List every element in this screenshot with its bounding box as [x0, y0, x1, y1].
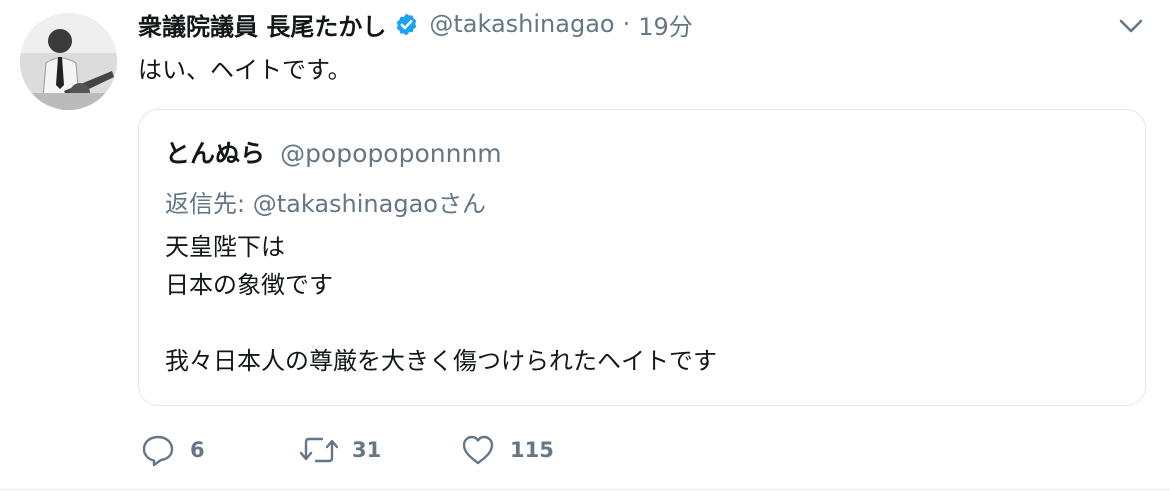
- reply-icon: [142, 435, 174, 467]
- divider: [0, 489, 1170, 490]
- retweet-icon: [300, 437, 338, 463]
- separator-dot: ·: [622, 10, 631, 38]
- quote-header: とんぬら @popopoponnnm: [165, 134, 502, 170]
- heart-icon: [462, 435, 494, 465]
- like-count: 115: [510, 438, 554, 462]
- avatar-photo: [20, 13, 117, 110]
- reply-handle[interactable]: @takashinagao: [253, 190, 438, 218]
- chevron-down-icon[interactable]: [1114, 12, 1148, 40]
- tweet[interactable]: 衆議院議員 長尾たかし @takashinagao · 19分 はい、ヘイトです…: [0, 0, 1170, 492]
- verified-badge-icon: [394, 12, 419, 37]
- retweet-count: 31: [352, 438, 382, 462]
- retweet-button[interactable]: 31: [300, 430, 381, 470]
- author-handle[interactable]: @takashinagao: [429, 10, 614, 38]
- reply-count: 6: [190, 438, 205, 462]
- tweet-header: 衆議院議員 長尾たかし @takashinagao · 19分: [138, 6, 693, 42]
- timestamp[interactable]: 19分: [638, 7, 693, 42]
- quote-text: 天皇陛下は 日本の象徴です 我々日本人の尊厳を大きく傷つけられたヘイトです: [165, 228, 717, 380]
- reply-prefix: 返信先:: [165, 190, 246, 218]
- quote-author-handle[interactable]: @popopoponnnm: [280, 139, 502, 168]
- quote-line: 天皇陛下は: [165, 233, 285, 261]
- avatar[interactable]: [20, 13, 117, 110]
- reply-suffix: さん: [437, 190, 486, 218]
- author-name[interactable]: 衆議院議員 長尾たかし: [138, 7, 386, 42]
- quote-line: 日本の象徴です: [165, 271, 333, 299]
- reply-button[interactable]: 6: [140, 430, 205, 470]
- quote-line: [165, 304, 717, 342]
- reply-context: 返信先: @takashinagaoさん: [165, 184, 486, 219]
- quote-author-name[interactable]: とんぬら: [165, 139, 265, 168]
- quote-line: 我々日本人の尊厳を大きく傷つけられたヘイトです: [165, 347, 717, 375]
- tweet-text: はい、ヘイトです。: [138, 56, 352, 84]
- like-button[interactable]: 115: [460, 430, 554, 470]
- quoted-tweet[interactable]: とんぬら @popopoponnnm 返信先: @takashinagaoさん …: [138, 109, 1146, 406]
